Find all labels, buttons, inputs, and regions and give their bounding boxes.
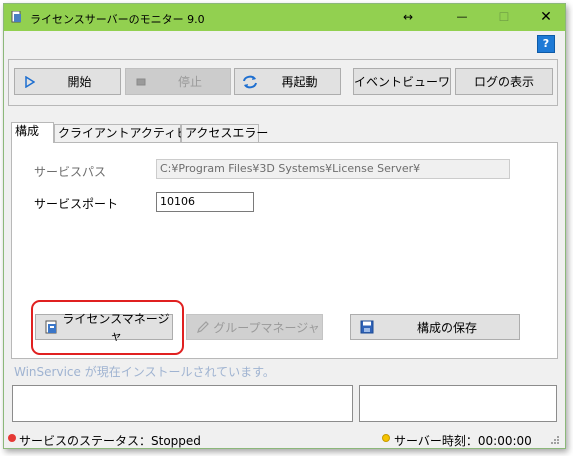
output-box-left xyxy=(12,385,353,422)
service-status-text: サービスのステータス：Stopped xyxy=(19,434,201,448)
license-manager-label: ライセンスマネージャ xyxy=(62,312,170,343)
app-icon xyxy=(11,11,21,23)
event-viewer-button[interactable]: イベントビューワ xyxy=(353,68,451,95)
group-manager-label: グループマネージャ xyxy=(213,320,320,335)
floppy-disk-icon xyxy=(359,319,375,335)
app-window: ライセンスサーバーのモニター 9.0 ↔ — ☐ ✕ ? 開始 停止 再起動 イ… xyxy=(3,3,566,449)
maximize-button[interactable]: ☐ xyxy=(489,6,519,28)
output-box-right xyxy=(359,385,557,422)
close-button[interactable]: ✕ xyxy=(531,6,561,28)
service-port-label: サービスポート xyxy=(34,197,119,211)
server-time-text: サーバー時刻：00:00:00 xyxy=(394,434,532,448)
service-path-field[interactable]: C:¥Program Files¥3D Systems¥License Serv… xyxy=(156,159,510,179)
restart-label: 再起動 xyxy=(281,75,318,89)
show-log-label: ログの表示 xyxy=(473,75,534,89)
tab-client-activity[interactable]: クライアントアクティビティ xyxy=(54,124,211,142)
tab-config[interactable]: 構成 xyxy=(11,122,54,143)
resize-grip-icon[interactable] xyxy=(551,436,560,445)
service-port-field[interactable]: 10106 xyxy=(156,192,254,212)
resize-arrows-icon[interactable]: ↔ xyxy=(393,6,423,28)
service-path-label: サービスパス xyxy=(34,165,107,179)
tab-access-errors[interactable]: アクセスエラー xyxy=(181,124,268,142)
help-button[interactable]: ? xyxy=(537,35,555,53)
refresh-icon xyxy=(241,75,259,89)
minimize-button[interactable]: — xyxy=(447,6,477,28)
play-icon xyxy=(21,75,39,89)
stop-label: 停止 xyxy=(177,75,202,89)
license-manager-button[interactable]: ライセンスマネージャ xyxy=(35,312,173,343)
window-title: ライセンスサーバーのモニター 9.0 xyxy=(30,13,205,26)
status-bar: サービスのステータス：Stopped サーバー時刻：00:00:00 xyxy=(4,427,565,448)
start-button[interactable]: 開始 xyxy=(14,68,121,95)
start-label: 開始 xyxy=(67,75,92,89)
title-bar[interactable]: ライセンスサーバーのモニター 9.0 ↔ — ☐ ✕ xyxy=(4,4,565,31)
event-viewer-label: イベントビューワ xyxy=(354,75,451,89)
save-config-button[interactable]: 構成の保存 xyxy=(350,314,520,340)
save-config-label: 構成の保存 xyxy=(416,320,477,335)
stop-button[interactable]: 停止 xyxy=(125,68,231,95)
group-manager-button[interactable]: グループマネージャ xyxy=(186,314,323,340)
toolbar: 開始 停止 再起動 イベントビューワ ログの表示 xyxy=(8,59,558,106)
install-status-text: WinService が現在インストールされています。 xyxy=(14,365,275,379)
license-icon xyxy=(44,319,60,335)
pencil-icon xyxy=(195,319,211,335)
clock-icon xyxy=(382,434,390,442)
stop-icon xyxy=(132,75,150,89)
show-log-button[interactable]: ログの表示 xyxy=(455,68,553,95)
restart-button[interactable]: 再起動 xyxy=(234,68,341,95)
stopped-indicator-icon xyxy=(8,434,16,442)
